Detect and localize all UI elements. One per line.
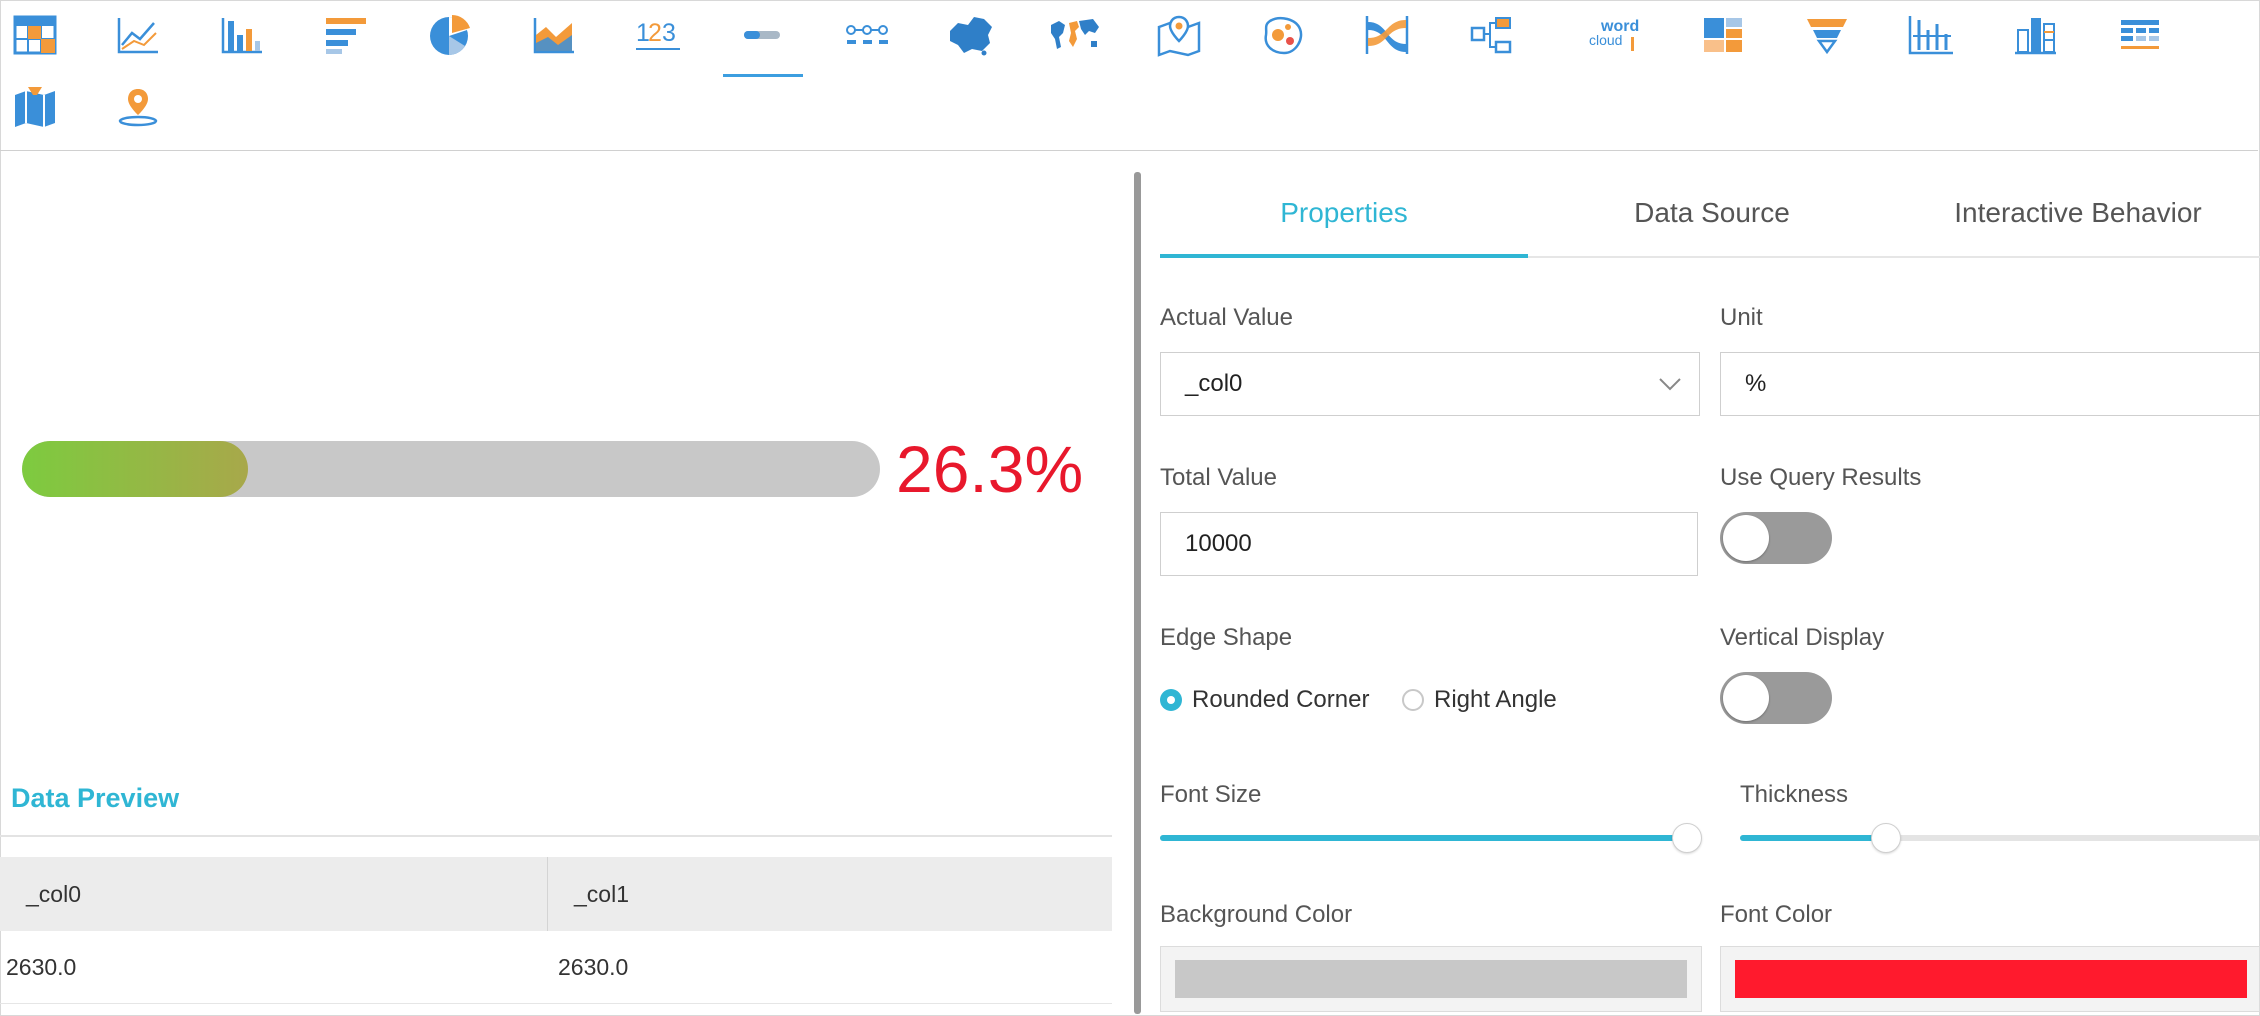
- svg-text:cloud: cloud: [1589, 32, 1622, 48]
- background-color-picker[interactable]: [1160, 946, 1702, 1012]
- bubble-map-icon[interactable]: [1243, 0, 1323, 70]
- stacked-column-icon[interactable]: [1995, 0, 2075, 70]
- progress-value-label: 26.3%: [896, 432, 1084, 506]
- radio-label: Right Angle: [1434, 686, 1557, 713]
- edge-shape-label: Edge Shape: [1160, 624, 1293, 651]
- use-query-results-label: Use Query Results: [1720, 464, 1922, 491]
- svg-text:2: 2: [648, 19, 662, 47]
- progress-bar-fill: [22, 441, 248, 497]
- table-chart-icon[interactable]: [0, 0, 75, 70]
- tab-interactive-behavior[interactable]: Interactive Behavior: [1896, 196, 2260, 256]
- column-header[interactable]: _col0: [0, 857, 548, 931]
- radio-unchecked-icon: [1402, 689, 1424, 711]
- actual-value-label: Actual Value: [1160, 304, 1293, 331]
- toggle-knob: [1723, 515, 1769, 561]
- flow-diagram-icon[interactable]: [1451, 0, 1531, 70]
- table-cell: 2630.0: [6, 953, 77, 980]
- radio-checked-icon: [1160, 689, 1182, 711]
- table-header-row: _col0 _col1: [0, 857, 1112, 931]
- thickness-slider[interactable]: [1740, 823, 2260, 853]
- background-color-label: Background Color: [1160, 901, 1353, 928]
- divider: [0, 835, 1112, 837]
- word-cloud-icon[interactable]: word cloud: [1575, 0, 1655, 70]
- world-map-icon[interactable]: [1035, 0, 1115, 70]
- radio-right-angle[interactable]: Right Angle: [1402, 686, 1557, 714]
- funnel-chart-icon[interactable]: [1787, 0, 1867, 70]
- radio-label: Rounded Corner: [1192, 686, 1370, 713]
- bar-chart-icon[interactable]: [202, 0, 282, 70]
- pane-splitter[interactable]: [1134, 172, 1141, 1014]
- tab-properties[interactable]: Properties: [1160, 196, 1528, 258]
- slider-handle[interactable]: [1871, 823, 1901, 853]
- radio-rounded-corner[interactable]: Rounded Corner: [1160, 686, 1369, 714]
- tab-data-source[interactable]: Data Source: [1528, 196, 1896, 256]
- steps-icon[interactable]: [827, 0, 907, 70]
- slider-fill: [1740, 835, 1886, 841]
- region-map-icon[interactable]: [0, 72, 75, 142]
- font-color-label: Font Color: [1720, 901, 1833, 928]
- panel-tabs: Properties Data Source Interactive Behav…: [1160, 196, 2260, 258]
- progress-bar-icon[interactable]: [723, 0, 803, 77]
- table-row: 2630.0 2630.0: [0, 931, 1112, 1004]
- chart-type-toolbar: 123 word cloud: [0, 0, 2258, 151]
- unit-label: Unit: [1720, 304, 1763, 331]
- font-color-picker[interactable]: [1720, 946, 2260, 1012]
- unit-value: %: [1745, 370, 1767, 397]
- chevron-down-icon: [1659, 378, 1681, 391]
- waterfall-chart-icon[interactable]: [1891, 0, 1971, 70]
- horizontal-bar-chart-icon[interactable]: [306, 0, 386, 70]
- progress-bar-track: [22, 441, 880, 497]
- data-preview-table: _col0 _col1 2630.0 2630.0: [0, 857, 1112, 1004]
- slider-handle[interactable]: [1672, 823, 1702, 853]
- line-chart-icon[interactable]: [98, 0, 178, 70]
- total-value-input[interactable]: 10000: [1160, 512, 1698, 576]
- pie-chart-icon[interactable]: [410, 0, 490, 70]
- total-value-value: 10000: [1185, 530, 1252, 557]
- location-map-icon[interactable]: [98, 72, 178, 142]
- slider-fill: [1160, 835, 1687, 841]
- vertical-display-toggle[interactable]: [1720, 672, 1832, 724]
- use-query-results-toggle[interactable]: [1720, 512, 1832, 564]
- thickness-label: Thickness: [1740, 781, 1849, 808]
- font-color-swatch: [1735, 960, 2247, 998]
- unit-input[interactable]: %: [1720, 352, 2260, 416]
- kpi-number-icon[interactable]: 123: [618, 0, 698, 70]
- background-color-swatch: [1175, 960, 1687, 998]
- toggle-knob: [1723, 675, 1769, 721]
- properties-panel: Properties Data Source Interactive Behav…: [1160, 150, 2260, 1016]
- china-map-icon[interactable]: [931, 0, 1011, 70]
- data-preview-title: Data Preview: [11, 783, 180, 813]
- column-header[interactable]: _col1: [548, 857, 1096, 931]
- sankey-chart-icon[interactable]: [1347, 0, 1427, 70]
- total-value-label: Total Value: [1160, 464, 1277, 491]
- vertical-display-label: Vertical Display: [1720, 624, 1885, 651]
- actual-value-select[interactable]: _col0: [1160, 352, 1700, 416]
- font-size-slider[interactable]: [1160, 823, 1702, 853]
- area-chart-icon[interactable]: [514, 0, 594, 70]
- svg-text:3: 3: [662, 19, 676, 47]
- actual-value-selected: _col0: [1185, 370, 1243, 397]
- pin-map-icon[interactable]: [1139, 0, 1219, 70]
- treemap-icon[interactable]: [1683, 0, 1763, 70]
- font-size-label: Font Size: [1160, 781, 1262, 808]
- cross-table-icon[interactable]: [2100, 0, 2180, 70]
- table-cell: 2630.0: [558, 953, 629, 980]
